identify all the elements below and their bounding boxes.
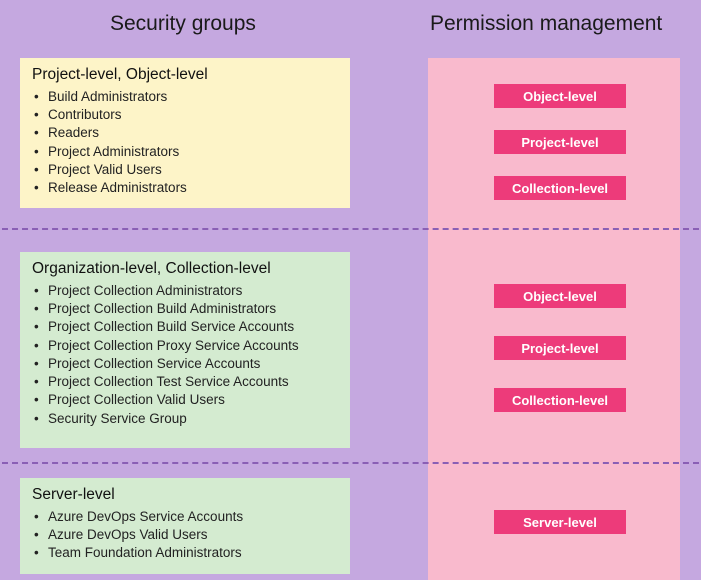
list-item: Project Collection Valid Users [48, 391, 340, 409]
card-title: Server-level [32, 486, 340, 504]
list-item: Team Foundation Administrators [48, 544, 340, 562]
list-item: Project Collection Administrators [48, 282, 340, 300]
security-group-card-org: Organization-level, Collection-level Pro… [20, 252, 350, 448]
permission-chip-object-level: Object-level [494, 284, 626, 308]
group-list: Project Collection Administrators Projec… [32, 282, 340, 428]
card-title: Organization-level, Collection-level [32, 260, 340, 278]
list-item: Project Valid Users [48, 161, 340, 179]
permission-chip-project-level: Project-level [494, 130, 626, 154]
security-group-card-server: Server-level Azure DevOps Service Accoun… [20, 478, 350, 574]
list-item: Release Administrators [48, 179, 340, 197]
list-item: Contributors [48, 106, 340, 124]
permission-chip-collection-level: Collection-level [494, 176, 626, 200]
permission-chip-project-level: Project-level [494, 336, 626, 360]
list-item: Azure DevOps Service Accounts [48, 508, 340, 526]
list-item: Azure DevOps Valid Users [48, 526, 340, 544]
list-item: Project Collection Build Service Account… [48, 318, 340, 336]
permission-chip-server-level: Server-level [494, 510, 626, 534]
group-list: Azure DevOps Service Accounts Azure DevO… [32, 508, 340, 563]
list-item: Readers [48, 124, 340, 142]
permission-chip-collection-level: Collection-level [494, 388, 626, 412]
list-item: Project Collection Service Accounts [48, 355, 340, 373]
column-header-permission-management: Permission management [430, 12, 662, 36]
list-item: Project Collection Test Service Accounts [48, 373, 340, 391]
section-divider [2, 462, 699, 464]
card-title: Project-level, Object-level [32, 66, 340, 84]
permission-chip-object-level: Object-level [494, 84, 626, 108]
section-divider [2, 228, 699, 230]
list-item: Build Administrators [48, 88, 340, 106]
group-list: Build Administrators Contributors Reader… [32, 88, 340, 197]
list-item: Project Collection Proxy Service Account… [48, 337, 340, 355]
list-item: Project Administrators [48, 143, 340, 161]
list-item: Project Collection Build Administrators [48, 300, 340, 318]
security-group-card-project: Project-level, Object-level Build Admini… [20, 58, 350, 208]
column-header-security-groups: Security groups [110, 12, 256, 36]
list-item: Security Service Group [48, 410, 340, 428]
